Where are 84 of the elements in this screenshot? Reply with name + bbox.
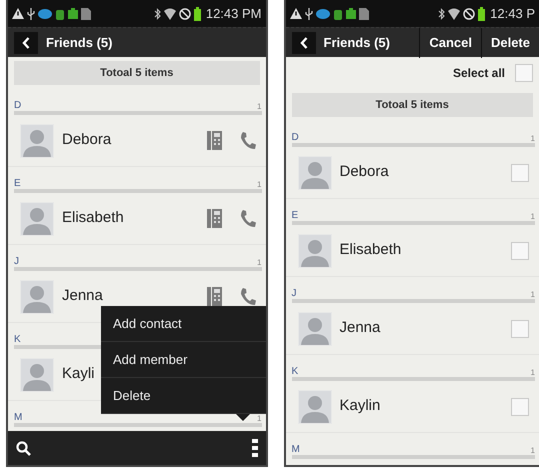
contact-name: Kayli — [62, 364, 95, 384]
section-count: 1 — [530, 447, 535, 455]
blocked-icon — [178, 8, 191, 20]
menu-item[interactable]: Add member — [101, 342, 266, 378]
section-letter: E — [14, 179, 21, 189]
back-button[interactable] — [14, 32, 38, 54]
menu-icon — [252, 439, 258, 457]
battery-icon — [194, 6, 201, 20]
desk-phone-icon[interactable] — [206, 131, 222, 150]
bag-icon — [68, 8, 78, 19]
back-icon — [22, 36, 30, 48]
action-button[interactable]: Cancel — [419, 28, 481, 58]
action-button[interactable]: Delete — [480, 28, 539, 58]
battery-icon — [478, 6, 486, 20]
section-letter: M — [292, 445, 300, 455]
usb-icon — [27, 8, 35, 20]
bluetooth-icon — [154, 8, 161, 20]
avatar-icon — [298, 156, 332, 190]
avatar-icon — [298, 390, 332, 424]
wifi-icon — [448, 8, 460, 20]
section-letter: D — [292, 133, 299, 143]
sd-card-icon — [358, 8, 368, 20]
avatar-icon — [20, 358, 54, 392]
phone-handset-icon[interactable] — [240, 210, 256, 228]
menu-item[interactable]: Delete — [101, 378, 266, 414]
contact-checkbox[interactable] — [511, 242, 529, 260]
total-items-banner: Totoal 5 items — [14, 61, 260, 85]
wifi-icon — [164, 8, 176, 20]
section-letter: M — [14, 413, 22, 423]
contact-name: Jenna — [62, 286, 103, 306]
section-letter: J — [292, 289, 296, 299]
total-items-banner: Totoal 5 items — [292, 93, 533, 117]
section-count: 1 — [530, 291, 535, 299]
select-all-checkbox[interactable] — [515, 64, 533, 82]
cloud-icon — [38, 8, 52, 19]
status-time: 12:43 PM — [206, 4, 262, 23]
avatar-icon — [20, 124, 54, 158]
contact-checkbox[interactable] — [511, 398, 529, 416]
section-count: 1 — [530, 213, 535, 221]
contact-name: Jenna — [340, 318, 380, 338]
section-count: 1 — [257, 181, 262, 189]
contact-name: Kaylin — [340, 396, 380, 416]
status-time: 12:43 P — [490, 4, 535, 23]
section-count: 1 — [530, 135, 535, 143]
desk-phone-icon[interactable] — [206, 209, 222, 228]
contact-name: Elisabeth — [62, 208, 124, 228]
section-count: 1 — [530, 369, 535, 377]
blocked-icon — [463, 8, 476, 20]
menu-button[interactable] — [252, 439, 258, 457]
sd-card-icon — [81, 8, 91, 20]
back-icon — [300, 36, 308, 48]
desk-phone-icon[interactable] — [206, 287, 222, 306]
phone-handset-icon[interactable] — [240, 288, 256, 306]
section-count: 1 — [257, 415, 262, 423]
cloud-icon — [316, 8, 330, 19]
section-letter: J — [14, 257, 19, 267]
usb-icon — [304, 8, 312, 20]
contact-checkbox[interactable] — [511, 164, 529, 182]
contact-checkbox[interactable] — [511, 320, 529, 338]
back-button[interactable] — [292, 32, 316, 54]
warning-icon — [12, 8, 24, 19]
bluetooth-icon — [438, 8, 446, 20]
menu-item[interactable]: Add contact — [101, 306, 266, 342]
warning-icon — [290, 8, 302, 19]
avatar-icon — [20, 202, 54, 236]
search-button[interactable] — [16, 440, 31, 456]
avatar-icon — [298, 312, 332, 346]
avatar-icon — [20, 280, 54, 314]
bag-icon — [346, 8, 356, 19]
section-letter: D — [14, 101, 22, 111]
screen-title: Friends (5) — [46, 34, 114, 52]
search-icon — [16, 440, 31, 456]
select-all-label: Select all — [452, 65, 505, 82]
phone-handset-icon[interactable] — [240, 132, 256, 150]
screen-title: Friends (5) — [324, 34, 391, 52]
section-count: 1 — [257, 259, 262, 267]
contact-name: Debora — [62, 130, 112, 150]
contact-name: Debora — [340, 162, 389, 182]
section-letter: K — [14, 335, 21, 345]
contact-name: Elisabeth — [340, 240, 402, 260]
section-count: 1 — [257, 103, 262, 111]
section-letter: K — [292, 367, 298, 377]
avatar-icon — [298, 234, 332, 268]
section-letter: E — [292, 211, 298, 221]
